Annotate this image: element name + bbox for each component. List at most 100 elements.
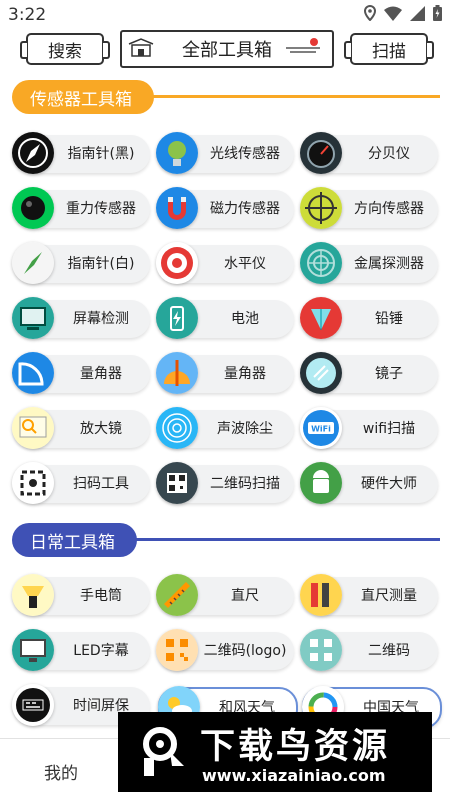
qr-logo-icon xyxy=(156,629,198,671)
tool-button[interactable]: LED字幕 xyxy=(12,629,150,671)
sensor-section-header: 传感器工具箱 xyxy=(12,80,154,114)
gravity-ball-icon xyxy=(12,187,54,229)
watermark-title: 下载鸟资源 xyxy=(200,727,391,767)
tool-button[interactable]: 电池 xyxy=(156,297,294,339)
tool-label: 分贝仪 xyxy=(368,146,410,162)
led-monitor-icon xyxy=(12,629,54,671)
tool-label: 磁力传感器 xyxy=(210,201,280,217)
tool-button[interactable]: 量角器 xyxy=(12,352,150,394)
radar-icon xyxy=(300,242,342,284)
tool-label: 光线传感器 xyxy=(210,146,280,162)
sound-wave-icon xyxy=(156,407,198,449)
tool-button[interactable]: 光线传感器 xyxy=(156,132,294,174)
plumb-bob-icon xyxy=(300,297,342,339)
tool-label: 二维码(logo) xyxy=(203,643,287,659)
tool-label: 镜子 xyxy=(375,366,403,382)
tool-button[interactable]: 直尺测量 xyxy=(300,574,438,616)
tool-label: 量角器 xyxy=(224,366,266,382)
wifi-signal-icon xyxy=(384,6,402,21)
tool-label: 扫码工具 xyxy=(73,476,129,492)
tool-label: 直尺 xyxy=(231,588,259,604)
tool-button[interactable]: 声波除尘 xyxy=(156,407,294,449)
wifi-icon: WiFi xyxy=(300,407,342,449)
tool-button[interactable]: 铅锤 xyxy=(300,297,438,339)
tool-label: 手电筒 xyxy=(80,588,122,604)
daily-section-header: 日常工具箱 xyxy=(12,523,137,557)
tool-label: 放大镜 xyxy=(80,421,122,437)
status-time: 3:22 xyxy=(8,5,47,25)
tool-button[interactable]: 方向传感器 xyxy=(300,187,438,229)
tool-label: 硬件大师 xyxy=(361,476,417,492)
tool-button[interactable]: 指南针(黑) xyxy=(12,132,150,174)
tool-label: 方向传感器 xyxy=(354,201,424,217)
scan-code-icon xyxy=(12,462,54,504)
magnifier-icon xyxy=(12,407,54,449)
tool-button[interactable]: 磁力传感器 xyxy=(156,187,294,229)
tool-button[interactable]: WiFi wifi扫描 xyxy=(300,407,438,449)
daily-section-divider xyxy=(120,538,440,541)
tool-label: 量角器 xyxy=(80,366,122,382)
ruler-icon xyxy=(156,574,198,616)
tool-button[interactable]: 手电筒 xyxy=(12,574,150,616)
white-compass-icon xyxy=(12,242,54,284)
tool-label: 声波除尘 xyxy=(217,421,273,437)
target-level-icon xyxy=(156,242,198,284)
search-button[interactable]: 搜索 xyxy=(20,33,110,65)
protractor-blue-icon xyxy=(12,352,54,394)
tool-button[interactable]: 扫码工具 xyxy=(12,462,150,504)
qr-scan-icon xyxy=(156,462,198,504)
tool-label: wifi扫描 xyxy=(362,421,416,437)
tool-button[interactable]: 金属探测器 xyxy=(300,242,438,284)
flashlight-icon xyxy=(12,574,54,616)
decibel-gauge-icon xyxy=(300,132,342,174)
android-icon xyxy=(300,462,342,504)
ruler-measure-icon xyxy=(300,574,342,616)
status-bar: 3:22 xyxy=(0,0,450,30)
tool-button[interactable]: 分贝仪 xyxy=(300,132,438,174)
tool-label: 二维码 xyxy=(368,643,410,659)
tool-button[interactable]: 水平仪 xyxy=(156,242,294,284)
page-title-frame: 全部工具箱 xyxy=(120,30,334,68)
tool-button[interactable]: 屏幕检测 xyxy=(12,297,150,339)
nav-mine-tab[interactable]: 我的 xyxy=(44,759,78,784)
house-decoration-icon xyxy=(128,38,154,57)
tool-button[interactable]: 二维码扫描 xyxy=(156,462,294,504)
bird-logo-icon xyxy=(143,727,184,776)
tool-button[interactable]: 重力传感器 xyxy=(12,187,150,229)
protractor-orange-icon xyxy=(156,352,198,394)
screen-monitor-icon xyxy=(12,297,54,339)
tool-label: LED字幕 xyxy=(73,643,129,659)
tool-label: 指南针(白) xyxy=(67,256,135,272)
sensor-section-divider xyxy=(150,95,440,98)
battery-status-icon xyxy=(433,5,442,21)
tool-button[interactable]: 放大镜 xyxy=(12,407,150,449)
daily-section-title: 日常工具箱 xyxy=(12,523,137,557)
tool-button[interactable]: 直尺 xyxy=(156,574,294,616)
qr-code-icon xyxy=(300,629,342,671)
sun-decoration-icon xyxy=(286,38,320,53)
tool-button[interactable]: 硬件大师 xyxy=(300,462,438,504)
cell-signal-icon xyxy=(410,5,425,21)
top-bar: 搜索 全部工具箱 扫描 xyxy=(0,30,450,68)
black-compass-icon xyxy=(12,132,54,174)
crosshair-icon xyxy=(300,187,342,229)
tool-label: 金属探测器 xyxy=(354,256,424,272)
tool-label: 铅锤 xyxy=(375,311,403,327)
tool-button[interactable]: 指南针(白) xyxy=(12,242,150,284)
tool-button[interactable]: 二维码 xyxy=(300,629,438,671)
tool-button[interactable]: 二维码(logo) xyxy=(156,629,294,671)
sensor-section-title: 传感器工具箱 xyxy=(12,80,154,114)
light-bulb-globe-icon xyxy=(156,132,198,174)
scan-button[interactable]: 扫描 xyxy=(344,33,434,65)
location-icon xyxy=(364,5,376,21)
tool-button[interactable]: 量角器 xyxy=(156,352,294,394)
tool-button[interactable]: 镜子 xyxy=(300,352,438,394)
tool-label: 屏幕检测 xyxy=(73,311,129,327)
magnet-icon xyxy=(156,187,198,229)
page-title: 全部工具箱 xyxy=(182,40,272,61)
mirror-icon xyxy=(300,352,342,394)
watermark-banner: 下载鸟资源 www.xiazainiao.com xyxy=(118,712,432,792)
clock-screensaver-icon xyxy=(12,684,54,726)
tool-label: 直尺测量 xyxy=(361,588,417,604)
tool-label: 重力传感器 xyxy=(66,201,136,217)
